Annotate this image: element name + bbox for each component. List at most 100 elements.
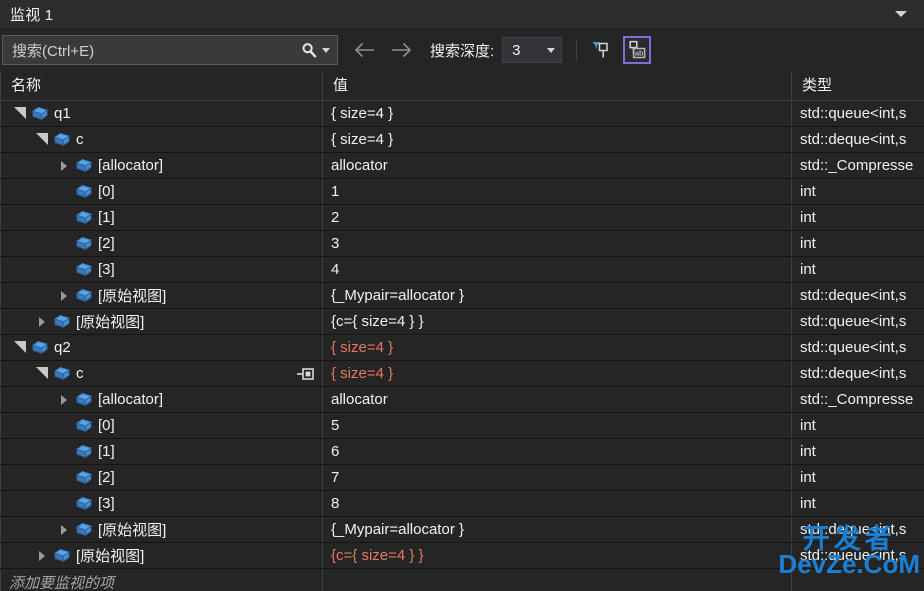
expander-expanded-icon[interactable] <box>11 335 29 360</box>
row-name-label: q1 <box>54 105 71 122</box>
cell-name[interactable]: [2] <box>0 465 322 490</box>
table-row[interactable]: [原始视图] {c={ size=4 } } std::queue<int,s <box>0 543 924 569</box>
forward-button[interactable] <box>388 37 414 63</box>
search-input[interactable]: 搜索(Ctrl+E) <box>2 35 338 65</box>
row-name-label: [原始视图] <box>76 548 145 565</box>
search-depth-select[interactable]: 3 <box>502 37 563 63</box>
cell-value[interactable]: {_Mypair=allocator } <box>322 517 791 542</box>
pin-to-source-icon[interactable] <box>296 365 316 382</box>
expander-collapsed-icon[interactable] <box>55 283 73 308</box>
add-watch-type-cell <box>791 569 924 591</box>
cell-name[interactable]: [0] <box>0 179 322 204</box>
table-row[interactable]: q1 { size=4 } std::queue<int,s <box>0 101 924 127</box>
add-watch-row[interactable]: 添加要监视的项 <box>0 569 924 591</box>
table-row[interactable]: [1] 2 int <box>0 205 924 231</box>
expander-collapsed-icon[interactable] <box>33 543 51 568</box>
cell-value[interactable]: 8 <box>322 491 791 516</box>
table-row[interactable]: [3] 4 int <box>0 257 924 283</box>
table-row[interactable]: [1] 6 int <box>0 439 924 465</box>
cell-value[interactable]: 6 <box>322 439 791 464</box>
expander-collapsed-icon[interactable] <box>55 153 73 178</box>
row-name-label: [1] <box>98 443 115 460</box>
cell-value[interactable]: {_Mypair=allocator } <box>322 283 791 308</box>
cell-name[interactable]: [3] <box>0 257 322 282</box>
expander-expanded-icon[interactable] <box>33 127 51 152</box>
cell-name[interactable]: c <box>0 361 322 386</box>
cell-name[interactable]: [allocator] <box>0 387 322 412</box>
table-row[interactable]: [allocator] allocator std::_Compresse <box>0 387 924 413</box>
cell-name[interactable]: [allocator] <box>0 153 322 178</box>
search-icon[interactable] <box>299 40 319 60</box>
cell-value[interactable]: 2 <box>322 205 791 230</box>
cell-name[interactable]: [0] <box>0 413 322 438</box>
expander-collapsed-icon[interactable] <box>55 517 73 542</box>
cell-name[interactable]: [1] <box>0 205 322 230</box>
table-row[interactable]: [原始视图] {_Mypair=allocator } std::deque<int… <box>0 283 924 309</box>
cell-value[interactable]: {c={ size=4 } } <box>322 543 791 568</box>
cell-type: std::queue<int,s <box>791 335 924 360</box>
cell-value[interactable]: { size=4 } <box>322 335 791 360</box>
cell-value[interactable]: { size=4 } <box>322 127 791 152</box>
cell-value[interactable]: {c={ size=4 } } <box>322 309 791 334</box>
row-type-text: std::deque<int,s <box>800 287 907 304</box>
cell-name[interactable]: [2] <box>0 231 322 256</box>
cell-value[interactable]: 4 <box>322 257 791 282</box>
cell-value[interactable]: { size=4 } <box>322 101 791 126</box>
column-header-name[interactable]: 名称 <box>0 72 322 100</box>
cell-value[interactable]: allocator <box>322 387 791 412</box>
cell-value[interactable]: 3 <box>322 231 791 256</box>
row-type-text: int <box>800 469 816 486</box>
column-header-type[interactable]: 类型 <box>791 72 924 100</box>
table-row[interactable]: [0] 5 int <box>0 413 924 439</box>
row-value-text: {c={ size=4 } } <box>331 547 424 564</box>
cell-name[interactable]: [原始视图] <box>0 517 322 542</box>
cell-type: std::deque<int,s <box>791 361 924 386</box>
expander-expanded-icon[interactable] <box>33 361 51 386</box>
table-row[interactable]: [3] 8 int <box>0 491 924 517</box>
table-row[interactable]: q2 { size=4 } std::queue<int,s <box>0 335 924 361</box>
back-button[interactable] <box>352 37 378 63</box>
table-row[interactable]: [2] 3 int <box>0 231 924 257</box>
add-watch-input[interactable]: 添加要监视的项 <box>0 569 322 591</box>
row-type-text: int <box>800 443 816 460</box>
cell-name[interactable]: [1] <box>0 439 322 464</box>
field-box-icon <box>73 389 95 411</box>
table-row[interactable]: c { size=4 } std::deque<int,s <box>0 127 924 153</box>
table-row[interactable]: [2] 7 int <box>0 465 924 491</box>
row-type-text: std::queue<int,s <box>800 313 907 330</box>
pin-ab-button[interactable]: ab <box>623 36 652 64</box>
table-row[interactable]: [原始视图] {c={ size=4 } } std::queue<int,s <box>0 309 924 335</box>
pin-filter-button[interactable] <box>586 36 614 64</box>
cell-value[interactable]: allocator <box>322 153 791 178</box>
cell-type: int <box>791 491 924 516</box>
cell-type: int <box>791 465 924 490</box>
cell-value[interactable]: { size=4 } <box>322 361 791 386</box>
table-row[interactable]: [0] 1 int <box>0 179 924 205</box>
add-watch-placeholder: 添加要监视的项 <box>9 574 115 591</box>
cell-name[interactable]: c <box>0 127 322 152</box>
table-row[interactable]: [原始视图] {_Mypair=allocator } std::deque<int… <box>0 517 924 543</box>
cell-name[interactable]: [原始视图] <box>0 543 322 568</box>
cell-value[interactable]: 5 <box>322 413 791 438</box>
expander-collapsed-icon[interactable] <box>55 387 73 412</box>
cell-name[interactable]: [原始视图] <box>0 309 322 334</box>
window-collapse-button[interactable] <box>888 0 914 28</box>
cell-type: int <box>791 231 924 256</box>
search-options-dropdown[interactable] <box>319 40 333 60</box>
column-header-value[interactable]: 值 <box>322 72 791 100</box>
cell-value[interactable]: 7 <box>322 465 791 490</box>
cell-value[interactable]: 1 <box>322 179 791 204</box>
cell-name[interactable]: [原始视图] <box>0 283 322 308</box>
table-row[interactable]: c { size=4 } std::deque<int,s <box>0 361 924 387</box>
triangle-down-icon <box>36 366 48 379</box>
field-box-icon <box>29 337 51 359</box>
cell-name[interactable]: q1 <box>0 101 322 126</box>
table-row[interactable]: [allocator] allocator std::_Compresse <box>0 153 924 179</box>
triangle-down-icon <box>14 106 26 119</box>
cell-name[interactable]: q2 <box>0 335 322 360</box>
cell-name[interactable]: [3] <box>0 491 322 516</box>
triangle-down-icon <box>14 340 26 353</box>
expander-expanded-icon[interactable] <box>11 101 29 126</box>
row-name-label: [1] <box>98 209 115 226</box>
expander-collapsed-icon[interactable] <box>33 309 51 334</box>
